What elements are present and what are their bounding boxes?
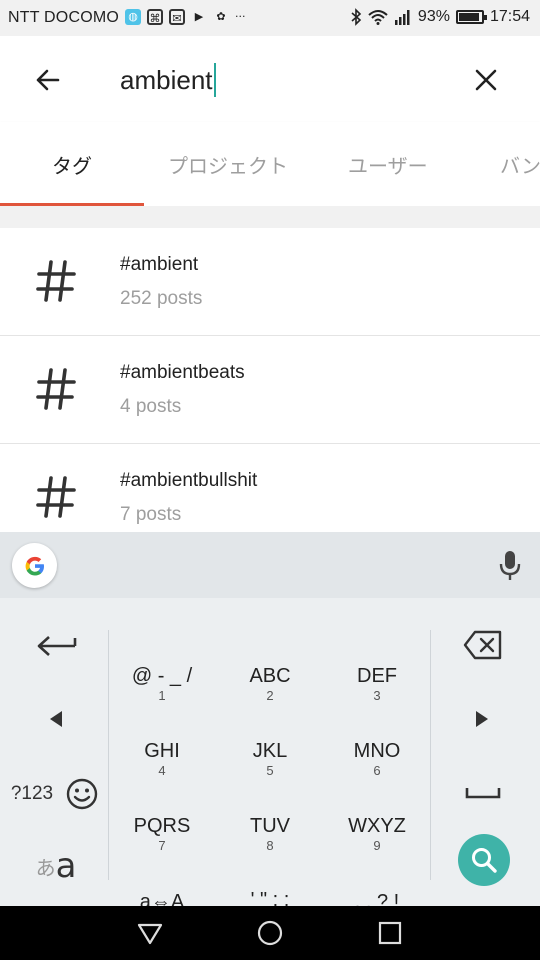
notification-icons: ◍ ⌘ ✉ ▶ ✿ ···: [125, 9, 246, 25]
play-store-icon: ▶: [194, 10, 204, 23]
cursor-right-key[interactable]: [466, 704, 498, 734]
key-5[interactable]: JKL 5: [220, 739, 320, 779]
tag-post-count: 252 posts: [120, 288, 203, 309]
bluetooth-icon: [351, 8, 362, 26]
system-navigation-bar: [0, 906, 540, 960]
hashtag-icon: [36, 260, 76, 302]
keyboard-divider: [108, 630, 109, 880]
app-icon: ⌘: [147, 9, 163, 25]
key-7[interactable]: PQRS 7: [112, 814, 212, 854]
mail-icon: ✉: [169, 9, 185, 25]
settings-icon: ✿: [216, 10, 226, 23]
keyboard-suggestion-bar: [0, 532, 540, 598]
ime-icon: ◍: [125, 9, 141, 25]
keyboard-divider: [430, 630, 431, 880]
tab-tags[interactable]: タグ: [52, 122, 92, 206]
battery-fill: [458, 13, 480, 21]
tag-post-count: 7 posts: [120, 504, 182, 525]
key-2[interactable]: ABC 2: [220, 664, 320, 704]
tag-name: #ambient: [120, 254, 199, 275]
tab-bands[interactable]: バン: [500, 122, 540, 206]
nav-recents-icon[interactable]: [376, 919, 404, 947]
microphone-icon[interactable]: [497, 550, 523, 582]
tag-post-count: 4 posts: [120, 396, 182, 417]
search-header: ambient: [0, 36, 540, 122]
key-1[interactable]: @ - _ /1: [112, 664, 212, 704]
tag-result-row[interactable]: #ambientbeats 4 posts: [0, 336, 540, 444]
emoji-icon[interactable]: [64, 776, 100, 812]
space-key[interactable]: [460, 778, 506, 808]
status-bar: NTT DOCOMO ◍ ⌘ ✉ ▶ ✿ ··· 93% 17:54: [0, 0, 540, 36]
search-icon: [472, 848, 497, 873]
nav-back-icon[interactable]: [136, 919, 164, 947]
backspace-key[interactable]: [460, 628, 506, 662]
symbols-key[interactable]: ?123: [4, 778, 60, 810]
hashtag-icon: [36, 476, 76, 518]
search-enter-key[interactable]: [458, 834, 510, 886]
undo-key[interactable]: [30, 628, 82, 662]
tab-users[interactable]: ユーザー: [348, 122, 428, 206]
battery-percent: 93%: [417, 8, 450, 25]
status-right: 93% 17:54: [350, 8, 530, 26]
text-caret: [213, 63, 216, 97]
search-tabs: タグ プロジェクト ユーザー バン: [0, 122, 540, 206]
key-3[interactable]: DEF 3: [327, 664, 427, 704]
clock: 17:54: [489, 8, 530, 25]
key-8[interactable]: TUV 8: [220, 814, 320, 854]
close-icon[interactable]: [466, 60, 506, 100]
tag-result-row[interactable]: #ambient 252 posts: [0, 228, 540, 336]
key-6[interactable]: MNO 6: [327, 739, 427, 779]
tag-results-list: #ambient 252 posts #ambientbeats 4 posts…: [0, 228, 540, 552]
nav-home-icon[interactable]: [256, 919, 284, 947]
wifi-icon: [368, 10, 388, 25]
key-9[interactable]: WXYZ 9: [327, 814, 427, 854]
search-query: ambient: [120, 64, 213, 95]
key-4[interactable]: GHI 4: [112, 739, 212, 779]
hashtag-icon: [36, 368, 76, 410]
tab-projects[interactable]: プロジェクト: [168, 122, 288, 206]
battery-icon: [455, 10, 487, 24]
back-arrow-icon[interactable]: [28, 60, 68, 100]
cursor-left-key[interactable]: [40, 704, 72, 734]
google-logo-icon[interactable]: [12, 543, 57, 588]
soft-keyboard: ?123 あa @ - _ /1 ABC 2 DEF 3 GHI 4 JKL 5 MNO…: [0, 532, 540, 927]
tag-name: #ambientbullshit: [120, 470, 258, 491]
more-notifications-indicator: ···: [235, 10, 246, 23]
signal-icon: [394, 10, 410, 25]
carrier-name: NTT DOCOMO: [8, 9, 120, 26]
section-spacer: [0, 206, 540, 228]
tag-name: #ambientbeats: [120, 362, 245, 383]
input-mode-key[interactable]: あa: [28, 846, 84, 886]
search-input[interactable]: ambient: [120, 58, 440, 102]
